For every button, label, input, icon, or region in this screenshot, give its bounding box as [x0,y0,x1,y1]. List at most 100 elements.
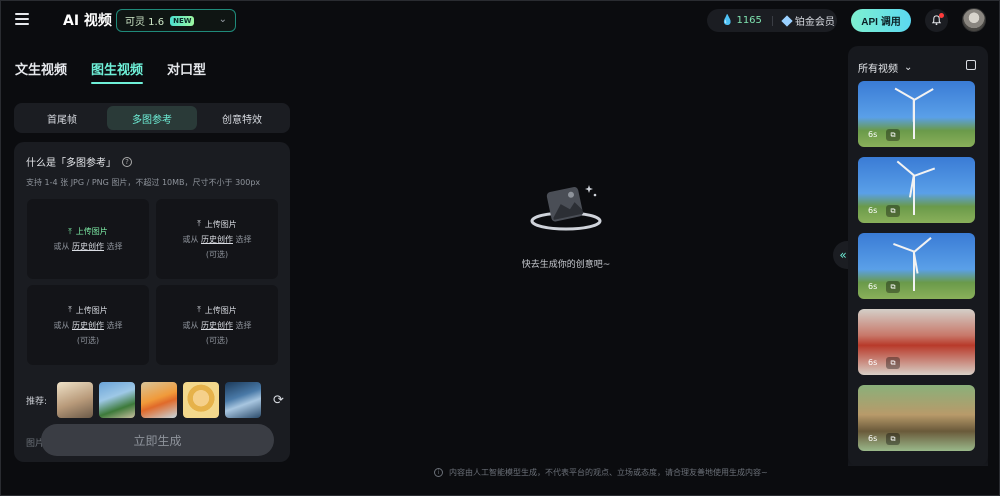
model-select[interactable]: 可灵 1.6 NEW ⌄ [116,9,236,32]
help-icon[interactable]: ? [122,156,132,167]
video-card[interactable]: 6s ⧉ [858,309,975,375]
tab-multi-image-reference[interactable]: 多图参考 [107,106,197,130]
history-link[interactable]: 历史创作 [201,321,233,330]
optional-label: (可选) [205,335,229,345]
app-window: AI 视频 可灵 1.6 NEW ⌄ 💧 1165 铂金会员 API 调用 文生… [0,0,1000,496]
tab-first-last-frame[interactable]: 首尾帧 [17,106,107,130]
video-filter-label: 所有视频 [858,64,898,75]
turbine-blade [913,237,932,253]
upload-slot-4[interactable]: ⤒ 上传图片 或从 历史创作 选择 (可选) [156,285,278,365]
recommend-thumb-3[interactable] [141,382,178,418]
video-duration: 6s [868,358,878,367]
drop-icon: 💧 [721,15,734,26]
points-balance: 💧 1165 [721,15,762,26]
new-badge: NEW [170,15,195,26]
info-icon: i [434,468,443,477]
video-card[interactable]: 6s ⧉ [858,385,975,451]
video-card[interactable]: 6s ⧉ [858,157,975,223]
avatar[interactable] [962,8,986,32]
api-button[interactable]: API 调用 [851,9,911,32]
select-suffix: 选择 [106,320,123,330]
tab-image-to-video[interactable]: 图生视频 [91,59,144,84]
from-prefix: 或从 [53,320,70,330]
upload-text: 上传图片 [75,227,108,236]
clip-icon[interactable]: ⧉ [886,205,900,217]
membership: 铂金会员 [781,13,835,28]
select-suffix: 选择 [235,320,252,330]
disclaimer-text: 内容由人工智能模型生成，不代表平台的观点、立场或态度，请合理友善地使用生成内容~ [449,468,768,477]
chevron-down-icon: ⌄ [218,14,227,25]
video-card[interactable]: 6s ⧉ [858,81,975,147]
upload-icon: ⤒ [68,226,72,236]
upload-label: ⤒ 上传图片 [197,219,237,230]
history-link[interactable]: 历史创作 [72,242,104,251]
top-bar: AI 视频 可灵 1.6 NEW ⌄ 💧 1165 铂金会员 API 调用 [1,1,1000,41]
select-suffix: 选择 [106,242,123,251]
upload-icon: ⤒ [197,219,201,228]
points-value: 1165 [736,15,762,26]
diamond-icon [781,14,793,27]
upload-label: ⤒ 上传图片 [197,305,237,316]
recommend-label: 推荐: [26,396,48,407]
upload-text: 上传图片 [204,305,237,315]
clip-icon[interactable]: ⧉ [886,129,900,141]
upload-text: 上传图片 [75,305,108,315]
turbine-blade [913,99,915,122]
video-duration: 6s [868,282,878,291]
upload-label: ⤒ 上传图片 [68,226,108,237]
video-duration: 6s [868,434,878,443]
app-title: AI 视频 [63,13,112,29]
tab-creative-effects[interactable]: 创意特效 [197,106,287,130]
from-prefix: 或从 [182,320,199,330]
menu-icon[interactable] [15,13,29,27]
reference-title: 什么是「多图参考」 ? [26,154,132,169]
video-filter-dropdown[interactable]: 所有视频 ⌄ [858,60,912,75]
tab-lip-sync[interactable]: 对口型 [167,59,206,84]
recommend-thumb-4[interactable] [183,382,220,418]
turbine-blade [894,88,915,101]
notification-dot [939,13,944,18]
account-status[interactable]: 💧 1165 铂金会员 [707,9,837,32]
recommend-thumb-5[interactable] [225,382,262,418]
turbine-blade [913,88,934,101]
generate-button[interactable]: 立即生成 [41,424,274,456]
upload-icon: ⤒ [68,305,72,314]
optional-label: (可选) [76,335,100,345]
recommend-thumb-2[interactable] [99,382,136,418]
from-history: 或从 历史创作 选择 [53,241,122,252]
clip-icon[interactable]: ⧉ [886,357,900,369]
recommend-row: 推荐: ⟳ [26,382,284,418]
turbine-blade [913,167,935,177]
upload-slot-1[interactable]: ⤒ 上传图片 或从 历史创作 选择 [27,199,149,279]
from-history: 或从 历史创作 选择 [53,320,122,331]
multi-select-icon[interactable] [966,60,976,70]
turbine-blade [893,243,915,253]
history-link[interactable]: 历史创作 [72,321,104,330]
video-history-panel: 所有视频 ⌄ 6s ⧉ 6s ⧉ 6s ⧉ 6s ⧉ 6s ⧉ [848,46,988,466]
empty-state: 快去生成你的创意吧~ [501,179,631,270]
history-link[interactable]: 历史创作 [201,235,233,244]
upload-slot-3[interactable]: ⤒ 上传图片 或从 历史创作 选择 (可选) [27,285,149,365]
multi-image-reference-panel: 什么是「多图参考」 ? 支持 1-4 张 JPG / PNG 图片，不超过 10… [14,142,290,462]
clip-icon[interactable]: ⧉ [886,281,900,293]
recommend-thumb-1[interactable] [57,382,94,418]
disclaimer: i 内容由人工智能模型生成，不代表平台的观点、立场或态度，请合理友善地使用生成内… [434,467,768,478]
tab-text-to-video[interactable]: 文生视频 [15,59,67,84]
empty-illustration-icon [529,179,603,235]
upload-text: 上传图片 [204,219,237,229]
sub-tabs: 首尾帧 多图参考 创意特效 [14,103,290,133]
notification-button[interactable] [925,9,948,32]
reference-description: 支持 1-4 张 JPG / PNG 图片，不超过 10MB，尺寸不小于 300… [26,178,261,187]
panel-fade [848,451,988,466]
divider [771,15,773,26]
from-prefix: 或从 [53,242,70,251]
video-duration: 6s [868,130,878,139]
upload-icon: ⤒ [197,305,201,314]
double-chevron-left-icon: « [839,248,847,262]
clip-icon[interactable]: ⧉ [886,433,900,445]
refresh-icon[interactable]: ⟳ [273,393,284,408]
video-duration: 6s [868,206,878,215]
reference-title-text: 什么是「多图参考」 [26,158,116,169]
video-card[interactable]: 6s ⧉ [858,233,975,299]
upload-slot-2[interactable]: ⤒ 上传图片 或从 历史创作 选择 (可选) [156,199,278,279]
